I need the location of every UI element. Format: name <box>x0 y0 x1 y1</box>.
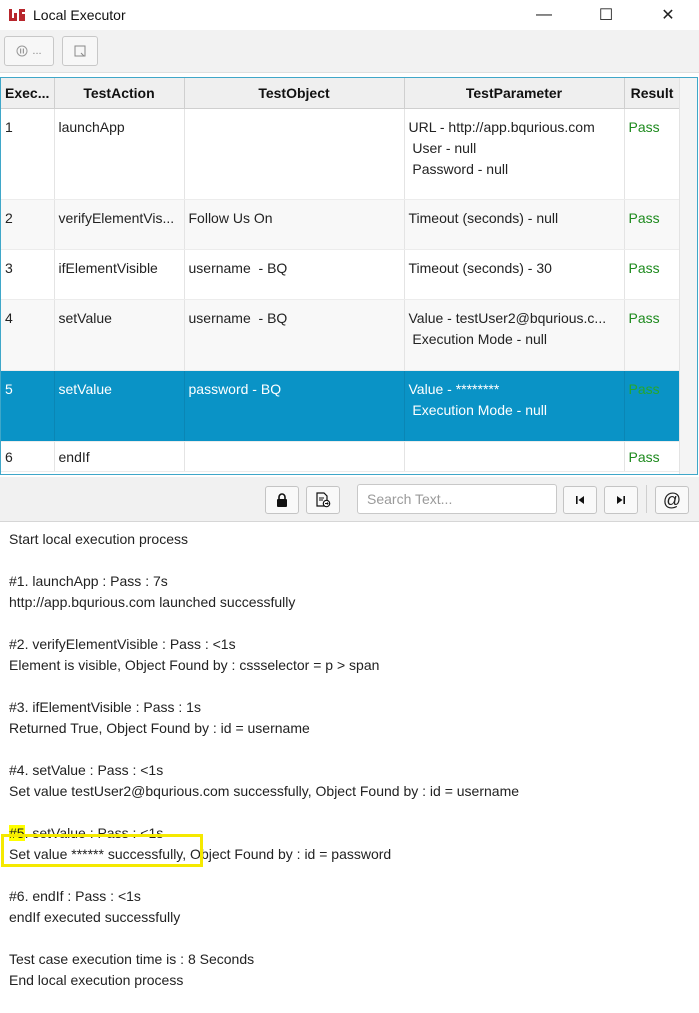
parameter-line: Value - ******** <box>408 381 500 397</box>
exec-cell: 1 <box>1 108 55 200</box>
object-cell <box>184 108 405 200</box>
parameter-line: Password - null <box>408 161 509 177</box>
column-header-testobject[interactable]: TestObject <box>184 78 405 109</box>
maximize-button[interactable]: ☐ <box>575 0 637 30</box>
table-row-selected[interactable]: 5 setValue password - BQ Value - *******… <box>1 370 681 442</box>
table-row[interactable]: 6 endIf Pass <box>1 441 681 472</box>
search-input[interactable] <box>357 484 557 514</box>
toolbar-separator <box>646 485 647 513</box>
exec-cell: 4 <box>1 299 55 371</box>
result-cell: Pass <box>624 108 681 200</box>
result-cell: Pass <box>624 249 681 300</box>
log-line: #4. setValue : Pass : <1s <box>9 762 164 778</box>
object-cell: password - BQ <box>184 370 405 442</box>
action-cell: verifyElementVis... <box>54 199 185 250</box>
column-header-result[interactable]: Result <box>624 78 681 109</box>
execution-log: Start local execution process #1. launch… <box>0 522 699 1013</box>
column-header-testparameter[interactable]: TestParameter <box>404 78 625 109</box>
parameter-cell <box>404 441 625 472</box>
column-header-testaction[interactable]: TestAction <box>54 78 185 109</box>
skip-next-icon <box>617 496 625 504</box>
parameter-cell: Timeout (seconds) - null <box>404 199 625 250</box>
exec-cell: 5 <box>1 370 55 442</box>
log-line: #1. launchApp : Pass : 7s <box>9 573 168 589</box>
log-line: End local execution process <box>9 972 184 988</box>
parameter-line: Value - testUser2@bqurious.c... <box>408 310 607 326</box>
parameter-cell: Timeout (seconds) - 30 <box>404 249 625 300</box>
table-row[interactable]: 2 verifyElementVis... Follow Us On Timeo… <box>1 199 681 250</box>
parameter-line: Execution Mode - null <box>408 331 548 347</box>
at-mention-button[interactable]: @ <box>655 486 689 514</box>
action-cell: setValue <box>54 299 185 371</box>
export-log-button[interactable] <box>306 486 340 514</box>
object-cell: Follow Us On <box>184 199 405 250</box>
table-row[interactable]: 1 launchApp URL - http://app.bqurious.co… <box>1 108 681 200</box>
pause-button[interactable]: ... <box>4 36 54 66</box>
result-cell: Pass <box>624 199 681 250</box>
action-cell: setValue <box>54 370 185 442</box>
result-cell: Pass <box>624 299 681 371</box>
lock-icon <box>277 493 287 507</box>
log-line: #6. endIf : Pass : <1s <box>9 888 141 904</box>
next-match-button[interactable] <box>604 486 638 514</box>
skip-previous-icon <box>576 496 584 504</box>
exec-cell: 3 <box>1 249 55 300</box>
minimize-button[interactable]: — <box>513 0 575 30</box>
log-line: Set value testUser2@bqurious.com success… <box>9 783 520 799</box>
close-button[interactable]: ✕ <box>637 0 699 30</box>
log-export-icon <box>316 492 331 508</box>
parameter-cell: URL - http://app.bqurious.com User - nul… <box>404 108 625 200</box>
result-cell: Pass <box>624 441 681 472</box>
parameter-line: Execution Mode - null <box>408 402 548 418</box>
log-line: #3. ifElementVisible : Pass : 1s <box>9 699 201 715</box>
column-header-exec[interactable]: Exec... <box>1 78 55 109</box>
parameter-line: Timeout (seconds) - null <box>408 210 559 226</box>
save-icon <box>74 45 86 57</box>
log-line: Returned True, Object Found by : id = us… <box>9 720 310 736</box>
log-line: Test case execution time is : 8 Seconds <box>9 951 255 967</box>
log-line: #2. verifyElementVisible : Pass : <1s <box>9 636 236 652</box>
previous-match-button[interactable] <box>563 486 597 514</box>
result-cell: Pass <box>624 370 681 442</box>
object-cell: username - BQ <box>184 249 405 300</box>
log-line: endIf executed successfully <box>9 909 181 925</box>
parameter-line: Timeout (seconds) - 30 <box>408 260 552 276</box>
action-cell: ifElementVisible <box>54 249 185 300</box>
highlight-annotation-box <box>1 834 203 867</box>
window-title: Local Executor <box>33 7 126 23</box>
object-cell: username - BQ <box>184 299 405 371</box>
pause-icon <box>16 45 28 57</box>
log-line: Element is visible, Object Found by : cs… <box>9 657 380 673</box>
exec-cell: 2 <box>1 199 55 250</box>
parameter-cell: Value - ******** Execution Mode - null <box>404 370 625 442</box>
title-bar: Local Executor — ☐ ✕ <box>0 0 699 30</box>
log-line: http://app.bqurious.com launched success… <box>9 594 296 610</box>
table-row[interactable]: 3 ifElementVisible username - BQ Timeout… <box>1 249 681 300</box>
action-cell: launchApp <box>54 108 185 200</box>
toolbar: ... <box>0 30 699 73</box>
exec-cell: 6 <box>1 441 55 472</box>
action-cell: endIf <box>54 441 185 472</box>
vertical-scrollbar[interactable] <box>679 78 697 474</box>
parameter-line: User - null <box>408 140 477 156</box>
table-row[interactable]: 4 setValue username - BQ Value - testUse… <box>1 299 681 371</box>
search-bar: @ <box>0 477 699 522</box>
window-controls: — ☐ ✕ <box>513 0 699 30</box>
app-logo-icon <box>9 7 25 23</box>
pause-button-label: ... <box>32 45 42 57</box>
parameter-cell: Value - testUser2@bqurious.c... Executio… <box>404 299 625 371</box>
object-cell <box>184 441 405 472</box>
steps-table: Exec... TestAction TestObject TestParame… <box>0 77 698 475</box>
log-line: Start local execution process <box>9 531 188 547</box>
parameter-line: URL - http://app.bqurious.com <box>408 119 595 135</box>
lock-button[interactable] <box>265 486 299 514</box>
save-button[interactable] <box>62 36 98 66</box>
